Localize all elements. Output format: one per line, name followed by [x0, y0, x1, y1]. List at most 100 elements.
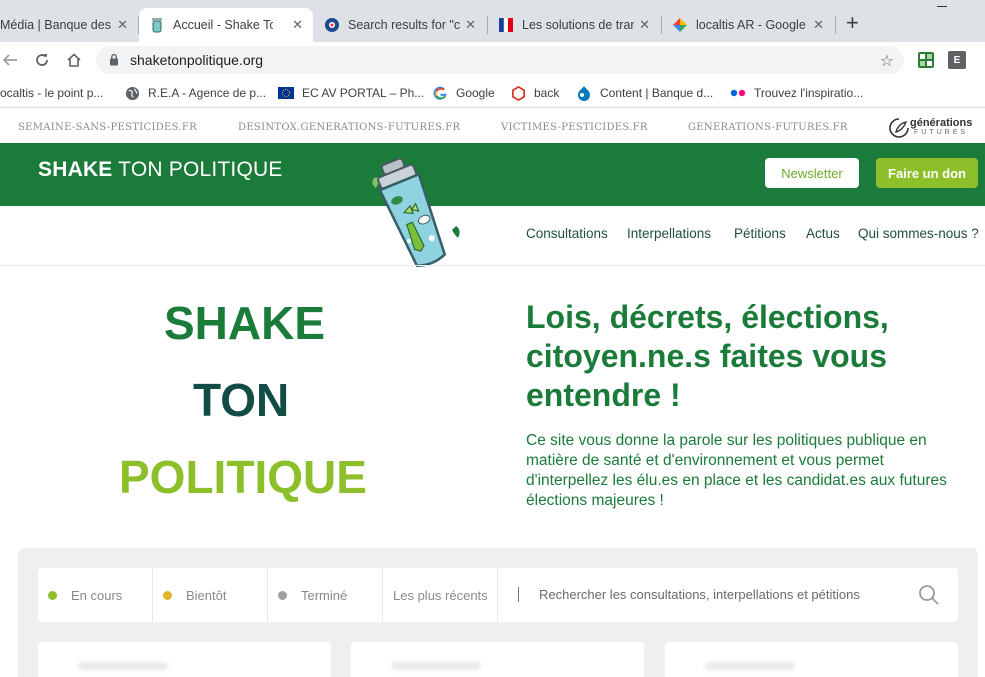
extension-e-icon[interactable]: E	[948, 51, 966, 69]
filter-en-cours[interactable]: En cours	[48, 568, 122, 622]
partner-links-bar: SEMAINE-SANS-PESTICIDES.FR DESINTOX.GENE…	[0, 110, 985, 143]
close-icon[interactable]: ✕	[117, 17, 128, 33]
hero-headline: Lois, décrets, élections, citoyen.ne.s f…	[526, 299, 889, 413]
close-icon[interactable]: ✕	[813, 17, 824, 33]
google-photos-favicon-icon	[672, 17, 688, 33]
close-icon[interactable]: ✕	[639, 17, 650, 33]
link-desintox[interactable]: DESINTOX.GENERATIONS-FUTURES.FR	[238, 122, 460, 133]
hero-word-ton: TON	[193, 374, 290, 426]
search-icon[interactable]	[918, 584, 940, 606]
tab-title: localtis AR - Google	[696, 18, 806, 32]
nav-petitions[interactable]: Pétitions	[734, 226, 786, 241]
hero-intro: Ce site vous donne la parole sur les pol…	[526, 432, 947, 509]
close-icon[interactable]: ✕	[292, 17, 303, 33]
new-tab-button[interactable]: +	[846, 12, 859, 34]
hexagon-icon	[510, 85, 526, 101]
filter-bientot[interactable]: Bientôt	[163, 568, 226, 622]
bookmark-label: EC AV PORTAL – Ph...	[302, 86, 425, 100]
url-text: shaketonpolitique.org	[130, 52, 264, 68]
link-generations-futures[interactable]: GENERATIONS-FUTURES.FR	[688, 122, 848, 133]
nav-actus[interactable]: Actus	[806, 226, 840, 241]
bookmarks-bar: ocaltis - le point p... R.E.A - Agence d…	[0, 78, 985, 108]
google-g-icon	[432, 85, 448, 101]
site-brand[interactable]: SHAKE TON POLITIQUE	[38, 158, 283, 182]
nav-qui-sommes-nous[interactable]: Qui sommes-nous ?	[858, 226, 979, 241]
listing-card[interactable]	[665, 642, 958, 677]
bookmark-star-icon[interactable]: ☆	[880, 51, 894, 71]
tab-separator	[835, 16, 836, 34]
bookmark-trouvez-inspiration[interactable]: Trouvez l'inspiratio...	[730, 84, 863, 102]
minimize-window-button[interactable]	[937, 6, 947, 7]
filter-label: En cours	[71, 587, 123, 603]
generations-futures-logo[interactable]: générations FUTURES	[888, 116, 980, 140]
bookmark-label: R.E.A - Agence de p...	[148, 86, 267, 100]
bookmark-google[interactable]: Google	[432, 84, 495, 102]
bookmark-back[interactable]: back	[510, 84, 559, 102]
tab-search-results[interactable]: Search results for "co ✕	[314, 8, 486, 42]
close-icon[interactable]: ✕	[465, 17, 476, 33]
newsletter-button[interactable]: Newsletter	[765, 158, 859, 188]
search-cursor-divider	[518, 587, 519, 602]
filter-separator	[382, 568, 383, 622]
status-dot-green	[48, 590, 57, 600]
donate-button[interactable]: Faire un don	[876, 158, 978, 188]
wordpress-favicon-icon	[324, 17, 340, 33]
card-title-placeholder	[705, 662, 795, 670]
link-victimes-pesticides[interactable]: VICTIMES-PESTICIDES.FR	[501, 122, 648, 133]
drupal-drop-icon	[576, 85, 592, 101]
filter-bar: En cours Bientôt Terminé Les plus récent…	[38, 568, 958, 622]
globe-icon	[124, 85, 140, 101]
bookmark-label: Content | Banque d...	[600, 86, 714, 100]
bookmark-label: Trouvez l'inspiratio...	[754, 86, 864, 100]
home-icon[interactable]	[64, 50, 84, 70]
flickr-icon	[730, 85, 746, 101]
listing-card[interactable]	[351, 642, 644, 677]
search-input[interactable]: Rechercher les consultations, interpella…	[539, 587, 860, 602]
filter-label: Terminé	[301, 587, 348, 603]
reload-icon[interactable]	[32, 50, 52, 70]
hero-word-shake: SHAKE	[164, 297, 326, 349]
bookmark-ec-av-portal[interactable]: EC AV PORTAL – Ph...	[278, 84, 424, 102]
bookmark-label: back	[534, 86, 560, 100]
card-title-placeholder	[78, 662, 168, 670]
shaker-favicon-icon	[149, 17, 165, 33]
tab-title: Search results for "co	[348, 18, 460, 32]
sort-most-recent[interactable]: Les plus récents	[393, 568, 488, 622]
hero-word-politique: POLITIQUE	[119, 451, 367, 503]
leaf-logo-icon	[889, 118, 909, 138]
tab-title: Les solutions de trans	[522, 18, 634, 32]
link-semaine-sans-pesticides[interactable]: SEMAINE-SANS-PESTICIDES.FR	[18, 122, 197, 133]
bookmark-content-banque[interactable]: Content | Banque d...	[576, 84, 713, 102]
filter-termine[interactable]: Terminé	[278, 568, 347, 622]
nav-divider	[0, 265, 985, 266]
filter-separator	[152, 568, 153, 622]
card-title-placeholder	[391, 662, 481, 670]
marianne-favicon-icon	[498, 17, 514, 33]
listing-card[interactable]	[38, 642, 331, 677]
bookmark-localtis[interactable]: ocaltis - le point p...	[0, 84, 103, 102]
tab-les-solutions[interactable]: Les solutions de trans ✕	[488, 8, 660, 42]
brand-rest: TON POLITIQUE	[112, 158, 283, 181]
browser-tabstrip: Média | Banque des ✕ Accueil - Shake Ton…	[0, 0, 985, 42]
address-bar[interactable]: shaketonpolitique.org ☆	[96, 46, 904, 74]
nav-interpellations[interactable]: Interpellations	[627, 226, 711, 241]
bookmark-label: ocaltis - le point p...	[0, 86, 104, 100]
status-dot-yellow	[163, 590, 172, 600]
tab-media[interactable]: Média | Banque des ✕	[0, 8, 138, 42]
status-dot-grey	[278, 590, 287, 600]
tab-localtis-google[interactable]: localtis AR - Google ✕	[662, 8, 834, 42]
extension-grid-icon[interactable]	[917, 51, 935, 69]
lock-icon	[109, 53, 119, 71]
tab-shake-ton-politique[interactable]: Accueil - Shake Ton Politique ✕	[139, 8, 313, 42]
shaker-mascot-icon	[362, 150, 470, 272]
filter-separator	[497, 568, 498, 622]
nav-consultations[interactable]: Consultations	[526, 226, 608, 241]
bookmark-label: Google	[456, 86, 495, 100]
brand-bold: SHAKE	[38, 158, 113, 181]
logo-text-futures: FUTURES	[914, 129, 969, 136]
filter-label: Bientôt	[186, 587, 227, 603]
back-arrow-icon[interactable]	[0, 50, 20, 70]
logo-text-generations: générations	[910, 117, 973, 129]
bookmark-rea[interactable]: R.E.A - Agence de p...	[124, 84, 266, 102]
browser-toolbar: shaketonpolitique.org ☆ E	[0, 42, 985, 78]
